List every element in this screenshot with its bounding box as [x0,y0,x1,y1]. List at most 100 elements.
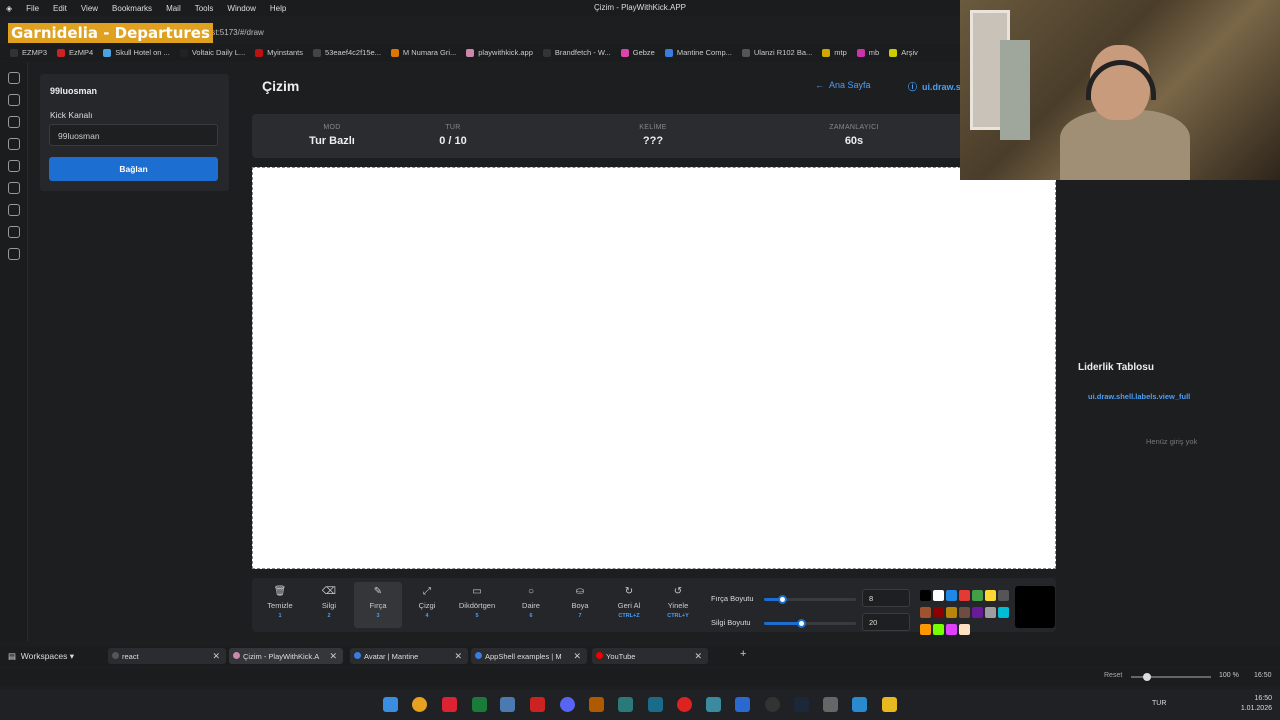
bookmark-item[interactable]: Ulanzi R102 Ba... [741,48,812,57]
color-swatch[interactable] [959,607,970,618]
browser-tab[interactable]: Avatar | Mantine ✕ [350,648,468,664]
illustrator-icon[interactable] [589,697,604,712]
add-panel-icon[interactable] [7,248,20,260]
app-icon[interactable] [735,697,750,712]
bookmark-item[interactable]: 53eaef4c2f15e... [313,48,381,57]
discord-icon[interactable] [560,697,575,712]
brush-size-slider[interactable] [764,595,856,604]
color-swatch[interactable] [946,607,957,618]
brush-size-thumb[interactable] [778,595,788,604]
terminal-icon[interactable] [472,697,487,712]
color-swatch[interactable] [920,590,931,601]
browser-tab[interactable]: YouTube ✕ [592,648,708,664]
bookmark-item[interactable]: mb [856,48,879,57]
app-icon[interactable] [823,697,838,712]
kick-channel-input[interactable]: 99luosman [49,124,218,146]
close-tab-icon[interactable]: ✕ [329,651,337,662]
drawing-canvas[interactable] [252,167,1056,569]
database-icon[interactable] [500,697,515,712]
help-link[interactable]: ⓘ ui.draw.s [908,80,961,93]
menu-item[interactable]: Window [227,4,255,13]
eraser-size-input[interactable]: 20 [862,613,910,631]
color-swatch[interactable] [920,624,931,635]
explorer-icon[interactable] [882,697,897,712]
bookmark-item[interactable]: Gebze [620,48,655,57]
tool-2[interactable]: ⌫ Silgi 2 [305,582,353,628]
window-panel-icon[interactable] [7,182,20,194]
close-tab-icon[interactable]: ✕ [212,651,220,662]
vivaldi-icon[interactable] [442,697,457,712]
zoom-slider[interactable] [1131,673,1211,681]
browser-tab[interactable]: Çizim - PlayWithKick.A ✕ [229,648,343,664]
color-swatch[interactable] [946,624,957,635]
color-swatch[interactable] [920,607,931,618]
browser-tab[interactable]: react ✕ [108,648,226,664]
tool-7[interactable]: ⛀ Boya 7 [556,582,604,628]
tool-4[interactable]: ⤢ Çizgi 4 [403,582,451,628]
connect-button[interactable]: Bağlan [49,157,218,181]
zoom-reset[interactable]: Reset [1104,672,1122,679]
menu-item[interactable]: File [26,4,39,13]
bookmark-item[interactable]: Myinstants [255,48,303,57]
color-swatch[interactable] [933,607,944,618]
zoom-thumb[interactable] [1143,673,1151,681]
history-icon[interactable] [7,116,20,128]
app-icon[interactable] [706,697,721,712]
bookmark-panel-icon[interactable] [7,72,20,84]
color-swatch[interactable] [959,624,970,635]
system-clock[interactable]: 16:50 1.01.2026 [1241,694,1272,714]
bookmark-item[interactable]: playwithkick.app [466,48,533,57]
bookmark-item[interactable]: mtp [822,48,847,57]
app-menu-icon[interactable]: ◈ [6,4,12,13]
close-tab-icon[interactable]: ✕ [694,651,702,662]
color-swatch[interactable] [972,607,983,618]
home-link[interactable]: ← Ana Sayfa [815,80,871,90]
bookmark-item[interactable]: Voltaic Daily L... [179,48,245,57]
color-swatch[interactable] [933,624,944,635]
start-icon[interactable] [383,697,398,712]
close-tab-icon[interactable]: ✕ [573,651,581,662]
close-tab-icon[interactable]: ✕ [454,651,462,662]
color-swatch[interactable] [998,590,1009,601]
chrome-icon[interactable] [412,697,427,712]
workspaces-button[interactable]: ▤ Workspaces ▾ [8,651,74,662]
tool-6[interactable]: ○ Daire 6 [507,582,555,628]
eraser-size-slider[interactable] [764,619,856,628]
input-language[interactable]: TUR [1152,700,1166,707]
bookmark-item[interactable]: Brandfetch - W... [542,48,611,57]
color-swatch[interactable] [985,590,996,601]
notepad-icon[interactable] [852,697,867,712]
color-swatch[interactable] [998,607,1009,618]
bookmark-item[interactable]: EzMP4 [57,48,93,57]
menu-item[interactable]: Help [270,4,286,13]
tool-8[interactable]: ↻ Geri Al CTRL+Z [605,582,653,628]
app-icon[interactable] [648,697,663,712]
bookmark-item[interactable]: Arşiv [889,48,918,57]
new-tab-icon[interactable]: + [740,648,746,660]
brush-size-input[interactable]: 8 [862,589,910,607]
leaderboard-view-full-link[interactable]: ui.draw.shell.labels.view_full [1088,392,1190,401]
reading-list-icon[interactable] [7,204,20,216]
steam-icon[interactable] [794,697,809,712]
recorder-icon[interactable] [677,697,692,712]
menu-item[interactable]: Mail [166,4,181,13]
tool-3[interactable]: ✎ Fırça 3 [354,582,402,628]
obs-icon[interactable] [765,697,780,712]
menu-item[interactable]: Bookmarks [112,4,152,13]
color-swatch[interactable] [946,590,957,601]
filezilla-icon[interactable] [530,697,545,712]
tool-1[interactable]: 🗑 Temizle 1 [256,582,304,628]
bookmark-item[interactable]: Skull Hotel on ... [103,48,170,57]
app-icon[interactable] [618,697,633,712]
color-swatch[interactable] [985,607,996,618]
color-swatch[interactable] [972,590,983,601]
tool-9[interactable]: ↺ Yinele CTRL+Y [654,582,702,628]
bookmark-item[interactable]: EZMP3 [10,48,47,57]
selected-color-preview[interactable] [1015,586,1055,628]
eraser-size-thumb[interactable] [796,619,806,628]
bookmark-item[interactable]: M Numara Gri... [390,48,456,57]
bookmark-item[interactable]: Mantine Comp... [664,48,732,57]
menu-item[interactable]: Tools [195,4,214,13]
tool-5[interactable]: ▭ Dikdörtgen 5 [453,582,501,628]
menu-item[interactable]: View [81,4,98,13]
